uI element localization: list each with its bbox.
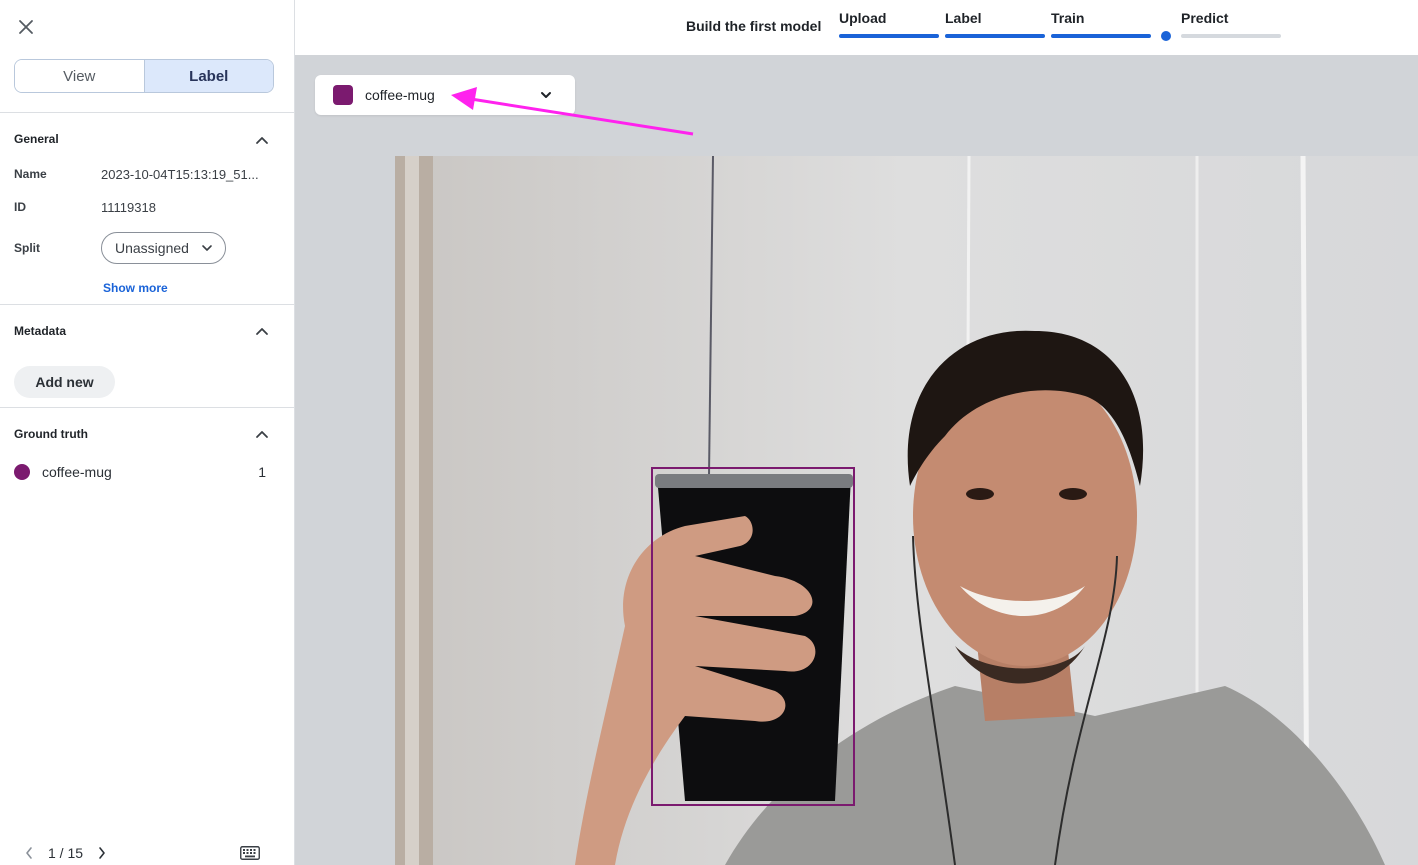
labeling-canvas[interactable]: coffee-mug [295,55,1418,865]
step-progress-bar [945,34,1045,38]
step-train[interactable]: Train [1051,10,1151,38]
name-value: 2023-10-04T15:13:19_51... [101,167,259,182]
step-progress-bar [1051,34,1151,38]
class-color-swatch [14,464,30,480]
step-label: Label [945,10,982,26]
class-color-swatch [333,85,353,105]
pager: 1 / 15 [22,843,109,863]
split-label: Split [14,241,40,255]
image-viewer[interactable] [395,156,1418,865]
chevron-up-icon[interactable] [254,323,270,339]
divider [0,407,294,408]
close-icon [19,20,33,34]
chevron-down-icon [202,245,212,251]
step-predict[interactable]: Predict [1181,10,1281,38]
top-bar: Build the first model Upload Label Train… [295,0,1418,55]
chevron-right-icon [99,847,105,859]
ground-truth-item[interactable]: coffee-mug 1 [14,462,274,482]
mode-toggle: View Label [14,59,274,93]
chevron-left-icon [26,847,32,859]
add-new-metadata-button[interactable]: Add new [14,366,115,398]
step-label: Train [1051,10,1085,26]
step-progress-bar [839,34,939,38]
show-more-link[interactable]: Show more [103,281,168,295]
split-value: Unassigned [115,240,189,256]
step-label: Upload [839,10,887,26]
ground-truth-section-title: Ground truth [14,427,88,441]
ground-truth-item-name: coffee-mug [42,464,112,480]
class-select-value: coffee-mug [365,87,435,103]
class-select[interactable]: coffee-mug [315,75,575,115]
step-label-stage[interactable]: Label [945,10,1045,38]
next-button[interactable] [95,843,109,863]
name-label: Name [14,167,47,181]
metadata-section-title: Metadata [14,324,67,338]
labeled-image [395,156,1418,865]
chevron-up-icon[interactable] [254,132,270,148]
step-upload[interactable]: Upload [839,10,939,38]
ground-truth-item-count: 1 [258,464,266,480]
close-button[interactable] [14,15,38,39]
id-label: ID [14,200,26,214]
divider [0,304,294,305]
chevron-up-icon[interactable] [254,426,270,442]
divider [0,112,294,113]
split-select[interactable]: Unassigned [101,232,226,264]
previous-button[interactable] [22,843,36,863]
current-step-dot [1161,31,1171,41]
build-model-title: Build the first model [686,18,822,34]
view-tab[interactable]: View [15,60,144,92]
keyboard-icon[interactable] [240,846,260,860]
sidebar: View Label General Name 2023-10-04T15:13… [0,0,295,865]
general-section-title: General [14,132,59,146]
step-progress-bar [1181,34,1281,38]
chevron-down-icon [541,92,551,98]
id-value: 11119318 [101,200,156,215]
page-indicator: 1 / 15 [48,845,84,861]
label-tab[interactable]: Label [143,60,273,92]
step-label: Predict [1181,10,1229,26]
